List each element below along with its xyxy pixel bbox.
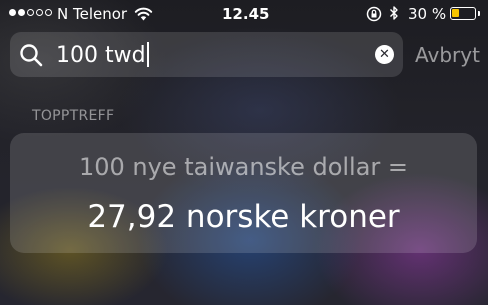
section-title-top-hits: TOPPTREFF	[32, 108, 115, 124]
bluetooth-icon	[389, 5, 399, 25]
status-bar: N Telenor 12.45 30 %	[0, 0, 488, 28]
currency-conversion-result[interactable]: 100 nye taiwanske dollar = 27,92 norske …	[10, 133, 477, 253]
search-query: 100 twd	[56, 43, 146, 68]
battery-level	[452, 9, 459, 17]
search-icon	[19, 43, 43, 71]
conversion-query: 100 nye taiwanske dollar =	[78, 153, 409, 181]
cellular-signal-icon	[9, 9, 52, 16]
clear-search-button[interactable]: ✕	[375, 45, 394, 64]
signal-dot	[9, 9, 16, 16]
text-cursor	[146, 42, 149, 67]
battery-cap	[477, 11, 480, 16]
clock: 12.45	[222, 5, 270, 23]
battery-percent: 30 %	[408, 5, 447, 23]
rotation-lock-icon	[366, 6, 382, 26]
signal-dot	[45, 9, 52, 16]
battery-icon	[450, 7, 480, 20]
carrier-name: N Telenor	[57, 5, 128, 23]
cancel-button[interactable]: Avbryt	[415, 43, 480, 67]
conversion-result: 27,92 norske kroner	[87, 199, 400, 235]
signal-dot	[18, 9, 25, 16]
wifi-icon	[134, 7, 153, 25]
signal-dot	[36, 9, 43, 16]
signal-dot	[27, 9, 34, 16]
search-input[interactable]: 100 twd	[56, 42, 149, 68]
search-field[interactable]: 100 twd ✕	[10, 32, 403, 77]
